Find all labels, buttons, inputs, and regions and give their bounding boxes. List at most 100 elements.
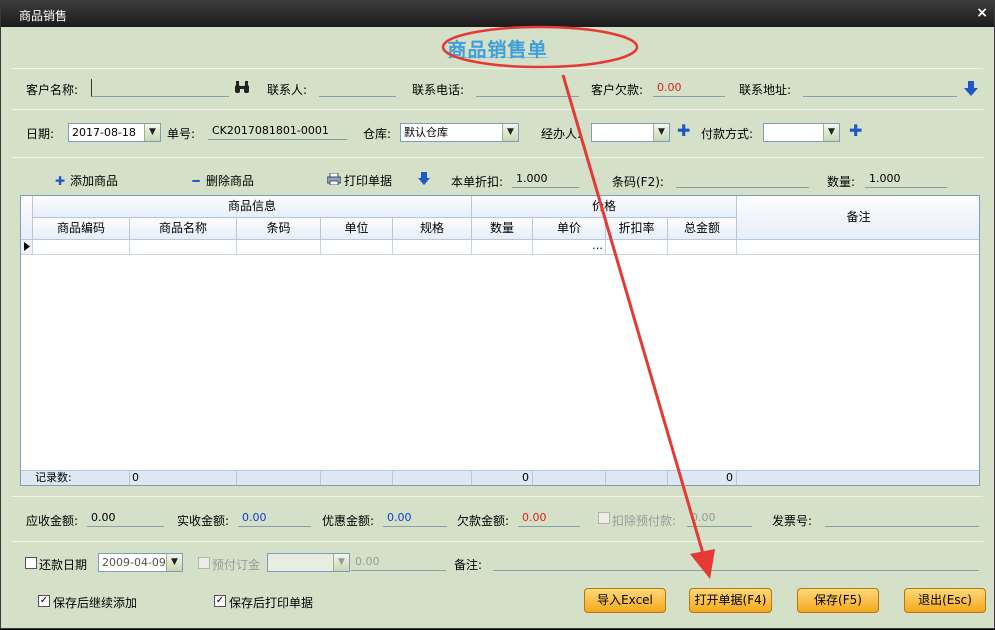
table-cell[interactable] <box>393 240 472 255</box>
column-header[interactable]: 总金额 <box>668 218 737 240</box>
continue-add-label: 保存后继续添加 <box>53 596 138 610</box>
discount-input[interactable]: 1.000 <box>512 170 579 188</box>
minus-icon: ━ <box>192 174 200 188</box>
prepay-select[interactable]: ▼ <box>267 553 350 572</box>
column-header[interactable]: 商品名称 <box>130 218 237 240</box>
window-title: 商品销售 <box>19 9 68 23</box>
customer-name-label: 客户名称: <box>26 83 79 97</box>
continue-add-checkbox[interactable]: ✓ <box>38 595 50 607</box>
open-document-button[interactable]: 打开单据(F4) <box>689 588 772 613</box>
print-document-label: 打印单据 <box>344 174 393 188</box>
footer-cell <box>533 471 606 485</box>
barcode-input[interactable] <box>676 170 809 188</box>
import-excel-button[interactable]: 导入Excel <box>584 588 666 613</box>
table-cell[interactable] <box>237 240 321 255</box>
column-header[interactable]: 规格 <box>393 218 472 240</box>
column-header[interactable]: 单价 <box>533 218 606 240</box>
print-after-save-label: 保存后打印单据 <box>229 596 314 610</box>
divider <box>11 109 983 110</box>
table-cell[interactable] <box>472 240 533 255</box>
receivable-label: 应收金额: <box>26 514 79 528</box>
record-count-label: 记录数: <box>33 471 130 485</box>
chevron-down-icon[interactable]: ▼ <box>502 124 518 141</box>
divider <box>11 496 983 497</box>
delete-product-button[interactable]: ━ 删除商品 <box>189 172 254 189</box>
payment-select[interactable]: ▼ <box>763 123 840 142</box>
group-header-info: 商品信息 <box>33 196 472 218</box>
table-cell[interactable] <box>130 240 237 255</box>
barcode-label: 条码(F2): <box>612 175 664 189</box>
invoice-input[interactable] <box>825 509 979 527</box>
contact-input[interactable] <box>319 79 396 97</box>
discount-amount-label: 优惠金额: <box>322 514 375 528</box>
repay-date-value: 2009-04-09 <box>102 556 166 569</box>
discount-label: 本单折扣: <box>451 175 504 189</box>
remark-input[interactable] <box>493 553 979 571</box>
handler-select[interactable]: ▼ <box>591 123 670 142</box>
footer-cell <box>606 471 668 485</box>
add-product-button[interactable]: ✚ 添加商品 <box>53 172 118 189</box>
chevron-down-icon[interactable]: ▼ <box>823 124 839 141</box>
price-ellipsis-button[interactable]: … <box>533 240 606 255</box>
footer-cell <box>393 471 472 485</box>
phone-input[interactable] <box>476 79 579 97</box>
deduct-prepay-checkbox[interactable] <box>598 512 610 524</box>
column-header[interactable]: 商品编码 <box>33 218 130 240</box>
close-icon[interactable]: × <box>976 5 988 21</box>
order-number-value: CK2017081801-0001 <box>208 122 347 140</box>
column-header[interactable]: 单位 <box>321 218 393 240</box>
warehouse-select[interactable]: 默认仓库 ▼ <box>400 123 519 142</box>
discount-amount-input[interactable]: 0.00 <box>383 509 447 527</box>
quantity-input[interactable]: 1.000 <box>865 170 947 188</box>
print-document-button[interactable]: 打印单据 <box>326 172 393 189</box>
column-header-remark[interactable]: 备注 <box>737 196 979 240</box>
column-header[interactable]: 条码 <box>237 218 321 240</box>
print-after-save-checkbox[interactable]: ✓ <box>214 595 226 607</box>
add-product-label: 添加商品 <box>70 174 119 188</box>
chevron-down-icon[interactable]: ▼ <box>653 124 669 141</box>
binoculars-icon[interactable] <box>234 79 250 95</box>
chevron-down-icon[interactable]: ▼ <box>166 554 182 571</box>
remark-label: 备注: <box>454 558 483 572</box>
amount-total: 0 <box>668 471 737 485</box>
prepay-label: 预付订金 <box>212 558 261 572</box>
prepay-checkbox[interactable] <box>198 557 210 569</box>
table-cell[interactable] <box>606 240 668 255</box>
deduct-prepay-label: 扣除预付款: <box>612 514 677 528</box>
table-cell[interactable] <box>33 240 130 255</box>
table-cell[interactable] <box>321 240 393 255</box>
repay-date-checkbox[interactable] <box>25 557 37 569</box>
address-input[interactable] <box>803 79 957 97</box>
warehouse-label: 仓库: <box>363 127 392 141</box>
arrow-down-icon[interactable] <box>418 172 430 185</box>
warehouse-value: 默认仓库 <box>404 126 448 139</box>
column-header[interactable]: 折扣率 <box>606 218 668 240</box>
customer-debt-label: 客户欠款: <box>591 83 644 97</box>
add-handler-icon[interactable]: ✚ <box>677 123 690 139</box>
chevron-down-icon[interactable]: ▼ <box>144 124 160 141</box>
row-header-corner <box>21 196 33 240</box>
date-value: 2017-08-18 <box>72 126 136 139</box>
arrow-down-icon[interactable] <box>964 81 978 96</box>
receivable-value: 0.00 <box>87 509 164 527</box>
received-label: 实收金额: <box>177 514 230 528</box>
table-cell[interactable] <box>737 240 979 255</box>
repay-date-picker[interactable]: 2009-04-09 ▼ <box>98 553 183 572</box>
payment-label: 付款方式: <box>701 127 754 141</box>
received-input[interactable]: 0.00 <box>238 509 311 527</box>
prepay-value: 0.00 <box>351 553 446 571</box>
date-picker[interactable]: 2017-08-18 ▼ <box>68 123 161 142</box>
quantity-label: 数量: <box>827 175 856 189</box>
invoice-label: 发票号: <box>772 514 813 528</box>
printer-icon <box>326 172 342 188</box>
title-bar[interactable]: 商品销售 × <box>1 1 994 27</box>
save-button[interactable]: 保存(F5) <box>797 588 879 613</box>
column-header[interactable]: 数量 <box>472 218 533 240</box>
chevron-down-icon[interactable]: ▼ <box>333 554 349 571</box>
product-grid[interactable]: 商品信息 价格 备注 商品编码 商品名称 条码 单位 规格 数量 单价 折扣率 … <box>20 195 980 486</box>
customer-name-input[interactable] <box>91 79 229 97</box>
sales-window: 商品销售 × 商品销售单 客户名称: 联系人: 联系电话: 客户欠款: 0.00… <box>0 0 995 629</box>
add-payment-icon[interactable]: ✚ <box>849 123 862 139</box>
table-cell[interactable] <box>668 240 737 255</box>
exit-button[interactable]: 退出(Esc) <box>904 588 986 613</box>
